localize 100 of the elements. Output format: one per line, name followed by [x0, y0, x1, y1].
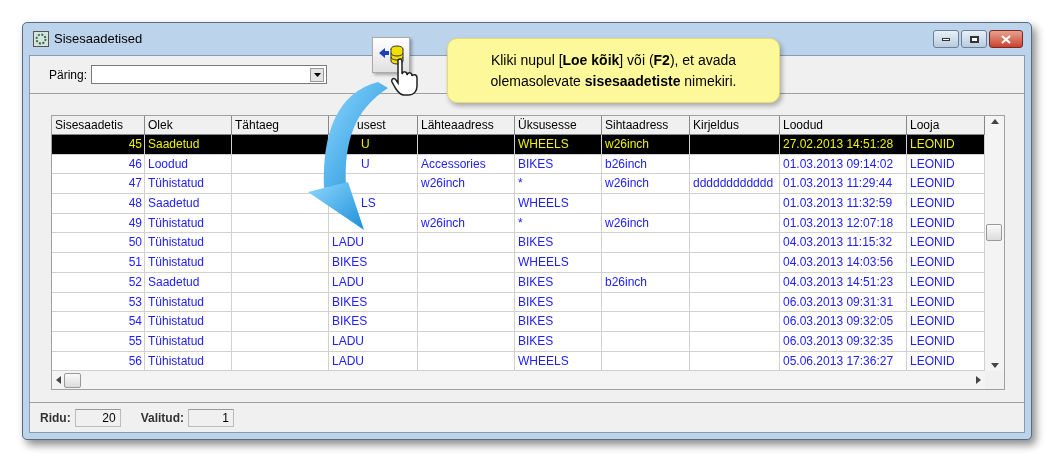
table-cell-text: BIKES: [517, 313, 555, 331]
table-cell-text: 50: [127, 234, 143, 252]
table-cell-text: 27.02.2013 14:51:28: [782, 136, 895, 153]
table-cell-text: LEONID: [909, 214, 956, 232]
table-cell-text: Tühistatud: [147, 293, 206, 311]
column-header[interactable]: Olek: [145, 116, 232, 135]
table-cell-text: 55: [127, 332, 143, 350]
scroll-up-icon[interactable]: [990, 119, 999, 124]
table-cell-text: 54: [127, 313, 143, 331]
rows-count-field: 20: [74, 408, 121, 427]
table-cell-text: BIKES: [517, 332, 555, 350]
table-cell-text: Tühistatud: [147, 254, 206, 272]
table-row[interactable]: 54 Tühistatud BIKES BIKES 06.03.2013 09:32:05 LEONID: [52, 312, 985, 332]
vertical-scrollbar[interactable]: [985, 116, 1004, 372]
table-cell-text: *: [517, 214, 524, 232]
table-row[interactable]: 55 Tühistatud LADU BIKES 06.03.2013 09:32:35 LEONID: [52, 331, 985, 352]
table-cell-text: U: [360, 136, 371, 153]
rows-label: Ridu:: [40, 409, 71, 427]
table-cell-text: 05.06.2013 17:36:27: [782, 352, 895, 370]
table-cell-text: WHEELS: [517, 254, 570, 272]
table-cell-text: 47: [127, 175, 143, 193]
close-button[interactable]: [989, 30, 1023, 48]
table-cell-text: 45: [127, 136, 143, 153]
table-cell-text: w26inch: [420, 214, 467, 232]
table-row[interactable]: 56 Tühistatud LADU WHEELS 05.06.2013 17:36:27 LEONID: [52, 351, 985, 372]
table-cell-text: Tühistatud: [147, 214, 206, 232]
table-cell-text: LADU: [331, 273, 365, 291]
minimize-button[interactable]: [933, 30, 959, 48]
table-cell-text: 01.03.2013 11:32:59: [782, 195, 894, 213]
column-header[interactable]: Üksusesse: [515, 116, 602, 135]
table-cell-text: 01.03.2013 11:29:44: [782, 175, 894, 193]
table-cell-text: BIKES: [517, 273, 555, 291]
table-cell-text: 06.03.2013 09:31:31: [782, 293, 895, 311]
scroll-thumb[interactable]: [986, 224, 1002, 241]
window-title: Sisesaadetised: [54, 30, 143, 49]
table-cell-text: Tühistatud: [147, 332, 206, 350]
table-cell-text: b26inch: [604, 155, 649, 173]
selected-count-field: 1: [188, 408, 234, 427]
table-cell-text: LEONID: [909, 293, 956, 311]
table-cell-text: LS: [360, 195, 377, 213]
table-cell-text: 51: [127, 254, 143, 272]
table-row[interactable]: 51 Tühistatud BIKES WHEELS 04.03.2013 14:03:56 LEONID: [52, 253, 985, 273]
scroll-right-icon[interactable]: [976, 376, 981, 385]
scroll-down-icon[interactable]: [990, 363, 999, 369]
table-cell-text: U: [360, 155, 371, 173]
column-header[interactable]: Looja: [907, 116, 985, 135]
selected-label: Valitud:: [140, 409, 184, 427]
minimize-icon: [942, 37, 950, 41]
maximize-button[interactable]: [961, 30, 987, 48]
table-cell-text: 46: [127, 155, 143, 173]
table-cell-text: BIKES: [331, 254, 369, 272]
table-cell-text: Tühistatud: [147, 313, 206, 331]
table-cell-text: 01.03.2013 12:07:18: [782, 214, 895, 232]
column-header[interactable]: Tähtaeg: [232, 116, 329, 135]
table-cell-text: Loodud: [147, 155, 190, 173]
table-cell-text: 53: [127, 293, 143, 311]
column-header[interactable]: Sihtaadress: [602, 116, 690, 135]
table-row[interactable]: 52 Saadetud LADU BIKES b26inch 04.03.2013 14:51:23 LEONID: [52, 272, 985, 293]
table-cell-text: LADU: [331, 332, 365, 350]
table-cell-text: LEONID: [909, 234, 956, 252]
column-header[interactable]: Sisesaadetis: [52, 116, 145, 135]
table-cell-text: WHEELS: [517, 195, 570, 213]
table-cell-text: LEONID: [909, 175, 956, 193]
table-cell-text: Saadetud: [147, 136, 201, 153]
table-cell-text: LEONID: [909, 352, 956, 370]
table-cell-text: 49: [127, 214, 143, 232]
column-header[interactable]: Lähteaadress: [418, 116, 515, 135]
table-cell-text: LEONID: [909, 313, 956, 331]
table-row[interactable]: 50 Tühistatud LADU BIKES 04.03.2013 11:15:32 LEONID: [52, 233, 985, 254]
table-cell-text: LEONID: [909, 273, 956, 291]
table-cell-text: w26inch: [604, 136, 651, 153]
table-cell-text: BIKES: [517, 234, 555, 252]
table-cell-text: w26inch: [604, 214, 651, 232]
scroll-thumb[interactable]: [64, 372, 81, 388]
table-cell-text: w26inch: [420, 175, 467, 193]
table-cell-text: w26inch: [604, 175, 651, 193]
table-cell-text: BIKES: [517, 293, 555, 311]
table-cell-text: LEONID: [909, 136, 956, 153]
table-cell-text: LEONID: [909, 332, 956, 350]
table-cell-text: Tühistatud: [147, 175, 206, 193]
table-cell-text: 01.03.2013 09:14:02: [782, 155, 895, 173]
table-cell-text: LADU: [331, 352, 365, 370]
table-row[interactable]: 47 Tühistatud w26inch * w26inch dddddddddddd 01.03.2013 11:29:44 LEONID: [52, 174, 985, 195]
table-cell-text: BIKES: [517, 155, 555, 173]
query-dropdown[interactable]: [91, 65, 328, 84]
load-all-button[interactable]: [372, 37, 410, 73]
scroll-left-icon[interactable]: [56, 376, 61, 385]
database-load-icon: [378, 44, 404, 66]
table-row[interactable]: 53 Tühistatud BIKES BIKES 06.03.2013 09:31:31 LEONID: [52, 292, 985, 313]
table-cell-text: 48: [127, 195, 143, 213]
table-row[interactable]: 48 Saadetud LS WHEELS 01.03.2013 11:32:59 LEONID: [52, 194, 985, 214]
table-row[interactable]: 45 Saadetud U WHEELS w26inch 27.02.2013 14:51:28 LEONID: [52, 135, 985, 155]
table-cell-text: WHEELS: [517, 352, 570, 370]
table-cell-text: Saadetud: [147, 273, 201, 291]
query-label: Päring:: [49, 66, 88, 84]
table-cell-text: b26inch: [604, 273, 649, 291]
column-header[interactable]: Kirjeldus: [690, 116, 780, 135]
column-header[interactable]: Loodud: [780, 116, 907, 135]
table-cell-text: dddddddddddd: [692, 175, 775, 193]
horizontal-scrollbar[interactable]: [52, 371, 985, 390]
